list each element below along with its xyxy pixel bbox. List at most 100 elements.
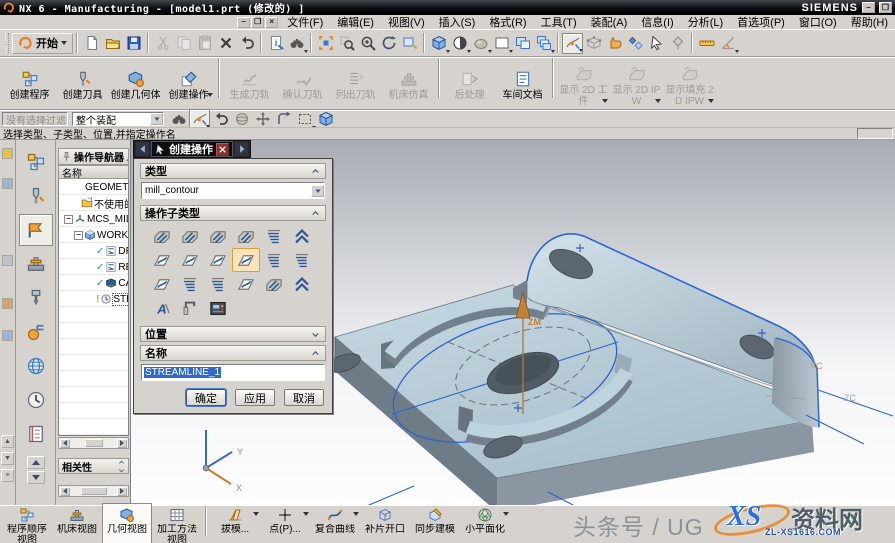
menu-help[interactable]: 帮助(H) xyxy=(844,15,895,30)
cascade-button[interactable] xyxy=(533,33,554,54)
create-program-button[interactable]: 创建程序 xyxy=(3,66,56,101)
zoom-button[interactable] xyxy=(357,33,378,54)
menu-analysis[interactable]: 分析(L) xyxy=(681,15,730,30)
resource-notebook[interactable] xyxy=(19,418,53,450)
maximize-button[interactable]: ❐ xyxy=(879,2,892,13)
show-2d-ipw-button[interactable]: 显示 2D IPW xyxy=(610,61,663,107)
pan-hand-button[interactable] xyxy=(604,33,625,54)
paste-button[interactable] xyxy=(194,33,215,54)
rotate-view-button[interactable] xyxy=(378,33,399,54)
deselect-button[interactable] xyxy=(625,33,646,54)
save-button[interactable] xyxy=(123,33,144,54)
copy-button[interactable] xyxy=(173,33,194,54)
subtype-zlevel-profile[interactable] xyxy=(260,224,288,248)
tree-row-cavity-mill[interactable]: ✓ CAVITY_ xyxy=(59,275,128,291)
create-tool-button[interactable]: 创建刀具 xyxy=(56,66,109,101)
measure-distance-button[interactable] xyxy=(696,33,717,54)
subtype-flowcut-ref-tool[interactable] xyxy=(204,272,232,296)
subtype-section-header[interactable]: 操作子类型 xyxy=(140,205,326,221)
scrollbar-thumb[interactable] xyxy=(85,439,103,447)
measure-angle-button[interactable] xyxy=(717,33,738,54)
operation-name-input[interactable]: STREAMLINE_1 xyxy=(141,364,325,381)
shop-doc-button[interactable]: 车间文档 xyxy=(496,66,549,101)
tree-row-mcs-mill[interactable]: − MCS_MILL xyxy=(59,211,128,227)
apply-button[interactable]: 应用 xyxy=(235,389,275,406)
subtype-cavity-mill[interactable] xyxy=(148,224,176,248)
information-button[interactable]: i xyxy=(265,33,286,54)
subtype-profile-3d[interactable] xyxy=(260,272,288,296)
new-button[interactable] xyxy=(81,33,102,54)
shade-button[interactable] xyxy=(449,33,470,54)
scroll-left-button[interactable] xyxy=(60,439,70,448)
next-dialog-button[interactable] xyxy=(235,142,248,156)
find-button[interactable] xyxy=(286,33,307,54)
generate-toolpath-button[interactable]: 生成刀轨 xyxy=(223,66,276,101)
name-column-header[interactable]: 名称 xyxy=(58,165,129,179)
render-style-button[interactable] xyxy=(470,33,491,54)
resource-web-browser[interactable] xyxy=(19,350,53,382)
patch-opening-button[interactable]: 补片开口 xyxy=(360,504,410,543)
view-machine-tool-button[interactable]: 机床视图 xyxy=(52,504,102,543)
type-combo[interactable]: mill_contour xyxy=(141,182,325,199)
orient-view-button[interactable] xyxy=(428,33,449,54)
dialog-close-button[interactable] xyxy=(216,143,229,156)
delete-button[interactable] xyxy=(215,33,236,54)
name-section-header[interactable]: 名称 xyxy=(140,345,326,361)
cut-button[interactable] xyxy=(152,33,173,54)
menu-format[interactable]: 格式(R) xyxy=(482,15,533,30)
chevron-up-icon[interactable] xyxy=(116,459,127,466)
expander-icon[interactable]: − xyxy=(64,215,73,224)
previous-dialog-button[interactable] xyxy=(136,142,149,156)
subtype-solid-profile-3d[interactable] xyxy=(288,272,316,296)
view-program-order-button[interactable]: 程序顺序视图 xyxy=(2,504,52,543)
cancel-button[interactable]: 取消 xyxy=(284,389,324,406)
subtype-corner-rough[interactable] xyxy=(204,224,232,248)
scroll-right-button[interactable] xyxy=(117,487,127,496)
tree-row-geometry[interactable]: GEOMETRY xyxy=(59,179,128,195)
select-arrow-button[interactable] xyxy=(646,33,667,54)
menu-insert[interactable]: 插入(S) xyxy=(432,15,483,30)
clipped-toolbar-icon[interactable] xyxy=(2,330,13,341)
machine-sim-button[interactable]: 机床仿真 xyxy=(382,66,435,101)
new-window-button[interactable] xyxy=(399,33,420,54)
facet-body-button[interactable]: 小平面化 xyxy=(460,504,510,543)
scroll-left-button[interactable] xyxy=(60,487,70,496)
menu-assemblies[interactable]: 装配(A) xyxy=(584,15,635,30)
subtype-contour-surface-area[interactable] xyxy=(204,248,232,272)
subtype-contour-area-dir-steep[interactable] xyxy=(288,248,316,272)
dependencies-section-header[interactable]: 相关性 xyxy=(58,458,129,474)
expander-icon[interactable]: − xyxy=(74,231,83,240)
lattice-button[interactable] xyxy=(583,33,604,54)
menu-view[interactable]: 视图(V) xyxy=(381,15,432,30)
undo-button[interactable] xyxy=(236,33,257,54)
menu-file[interactable]: 文件(F) xyxy=(280,15,330,30)
strip-more-button[interactable]: ≡ xyxy=(1,469,14,482)
chevron-down-icon[interactable] xyxy=(116,467,127,474)
menu-information[interactable]: 信息(I) xyxy=(634,15,680,30)
combo-arrow-button[interactable] xyxy=(150,113,163,125)
postprocess-button[interactable]: 后处理 xyxy=(443,66,496,101)
subtype-flowcut-smooth[interactable] xyxy=(232,272,260,296)
tree-horizontal-scrollbar[interactable] xyxy=(58,437,129,449)
mdi-minimize-button[interactable]: – xyxy=(237,17,250,28)
selection-filter-combo[interactable]: 没有选择过滤器 xyxy=(2,112,68,126)
tree-row-streamline[interactable]: ! STREAM xyxy=(59,291,128,307)
dialog-tab[interactable]: 创建操作 xyxy=(151,141,233,157)
navigator-header[interactable]: 操作导航器 ... xyxy=(58,148,129,165)
verify-toolpath-button[interactable]: 确认刀轨 xyxy=(276,66,329,101)
resource-machine-tool[interactable] xyxy=(19,248,53,280)
clipped-toolbar-icon[interactable] xyxy=(2,255,13,266)
subtype-fixed-contour[interactable] xyxy=(148,248,176,272)
subtype-streamline[interactable] xyxy=(232,248,260,272)
scroll-right-button[interactable] xyxy=(117,439,127,448)
resource-history[interactable] xyxy=(19,384,53,416)
subtype-mill-control[interactable] xyxy=(204,296,232,320)
tree-row-workpiece[interactable]: − WORKPIECE xyxy=(59,227,128,243)
selection-scope-combo[interactable]: 整个装配 xyxy=(72,112,164,126)
subtype-contour-area[interactable] xyxy=(176,248,204,272)
subtype-mill-user[interactable]: A xyxy=(148,296,176,320)
mdi-close-button[interactable]: × xyxy=(265,17,278,28)
type-section-header[interactable]: 类型 xyxy=(140,163,326,179)
mdi-restore-button[interactable]: ❐ xyxy=(251,17,264,28)
composite-curve-button[interactable]: 复合曲线 xyxy=(310,504,360,543)
